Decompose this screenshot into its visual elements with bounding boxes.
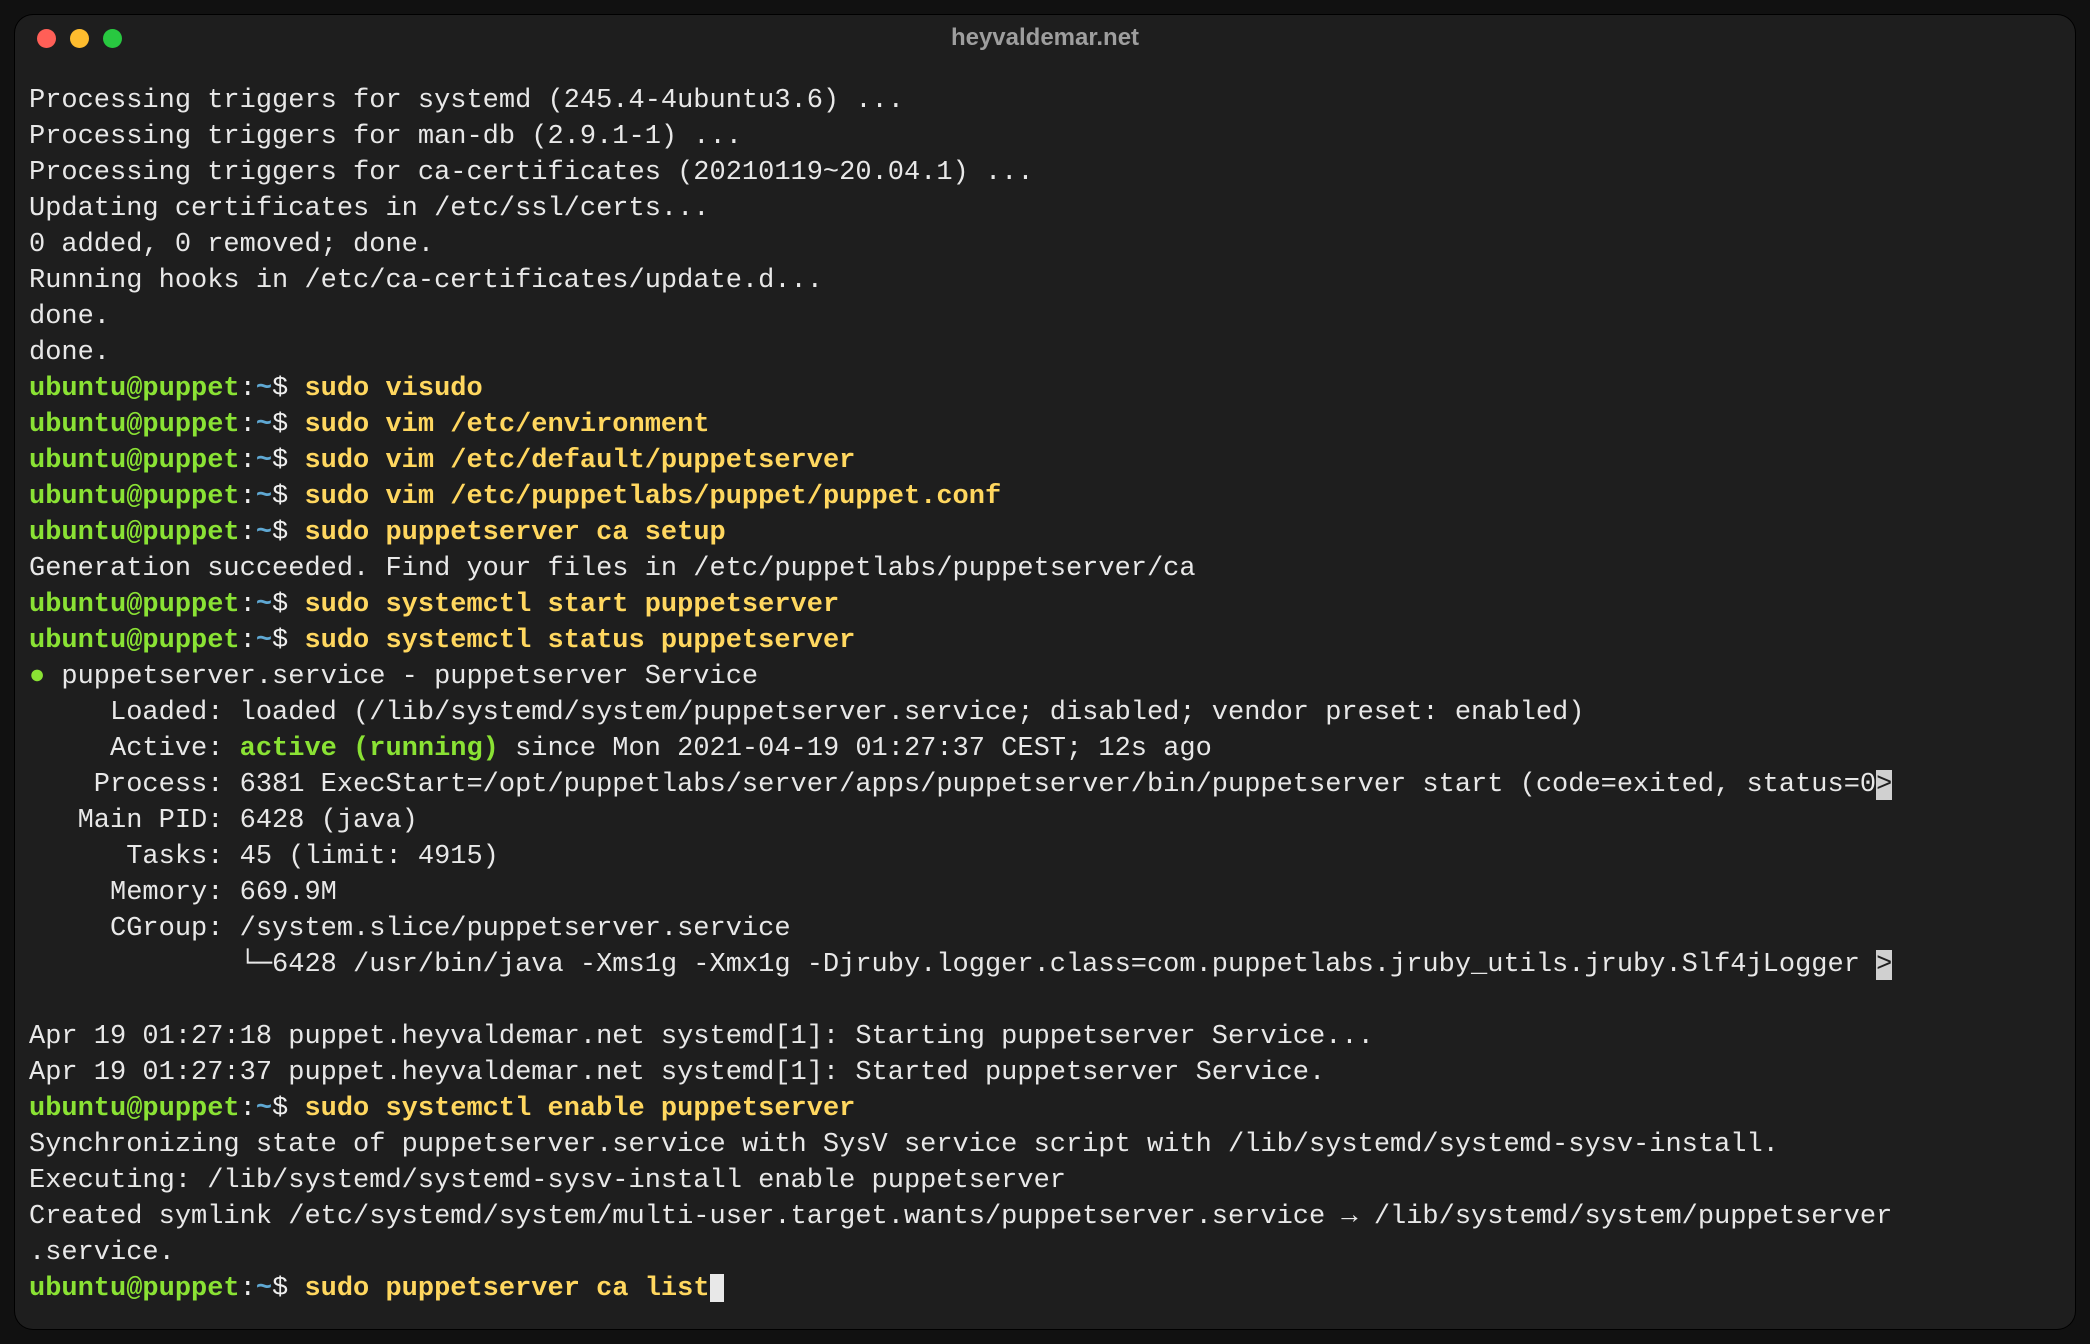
status-active: Active: active (running) since Mon 2021-… [29,731,2061,767]
output-line: Processing triggers for man-db (2.9.1-1)… [29,119,2061,155]
bullet-icon: ● [29,662,45,692]
prompt-line: ubuntu@puppet:~$ sudo vim /etc/puppetlab… [29,479,2061,515]
command: sudo systemctl start puppetserver [304,590,839,620]
command: sudo systemctl enable puppetserver [304,1094,855,1124]
prompt-line: ubuntu@puppet:~$ sudo systemctl start pu… [29,587,2061,623]
blank-line [29,983,2061,1019]
window-title: heyvaldemar.net [15,24,2075,52]
command: sudo puppetserver ca list [304,1274,709,1304]
output-line: Processing triggers for systemd (245.4-4… [29,83,2061,119]
prompt-line: ubuntu@puppet:~$ sudo puppetserver ca se… [29,515,2061,551]
command: sudo visudo [304,374,482,404]
output-line: Executing: /lib/systemd/systemd-sysv-ins… [29,1163,2061,1199]
status-process: Process: 6381 ExecStart=/opt/puppetlabs/… [29,767,2061,803]
command: sudo puppetserver ca setup [304,518,725,548]
output-line: .service. [29,1235,2061,1271]
status-tree: └─6428 /usr/bin/java -Xms1g -Xmx1g -Djru… [29,947,2061,983]
log-line: Apr 19 01:27:18 puppet.heyvaldemar.net s… [29,1019,2061,1055]
status-header: ● puppetserver.service - puppetserver Se… [29,659,2061,695]
output-line: Updating certificates in /etc/ssl/certs.… [29,191,2061,227]
prompt-line: ubuntu@puppet:~$ sudo puppetserver ca li… [29,1271,2061,1307]
prompt-line: ubuntu@puppet:~$ sudo systemctl enable p… [29,1091,2061,1127]
terminal-body[interactable]: Processing triggers for systemd (245.4-4… [15,61,2075,1321]
command: sudo vim /etc/environment [304,410,709,440]
truncate-icon: > [1876,770,1892,800]
output-line: Running hooks in /etc/ca-certificates/up… [29,263,2061,299]
cursor-icon [710,1274,724,1302]
active-running: active (running) [240,734,499,764]
status-cgroup: CGroup: /system.slice/puppetserver.servi… [29,911,2061,947]
output-line: Created symlink /etc/systemd/system/mult… [29,1199,2061,1235]
log-line: Apr 19 01:27:37 puppet.heyvaldemar.net s… [29,1055,2061,1091]
output-line: 0 added, 0 removed; done. [29,227,2061,263]
output-line: Generation succeeded. Find your files in… [29,551,2061,587]
prompt-line: ubuntu@puppet:~$ sudo vim /etc/default/p… [29,443,2061,479]
prompt-path: ~ [256,374,272,404]
status-loaded: Loaded: loaded (/lib/systemd/system/pupp… [29,695,2061,731]
prompt-userhost: ubuntu@puppet [29,374,240,404]
status-tasks: Tasks: 45 (limit: 4915) [29,839,2061,875]
command: sudo vim /etc/puppetlabs/puppet/puppet.c… [304,482,1001,512]
output-line: Synchronizing state of puppetserver.serv… [29,1127,2061,1163]
titlebar: heyvaldemar.net [15,15,2075,61]
command: sudo vim /etc/default/puppetserver [304,446,855,476]
command: sudo systemctl status puppetserver [304,626,855,656]
output-line: Processing triggers for ca-certificates … [29,155,2061,191]
prompt-line: ubuntu@puppet:~$ sudo systemctl status p… [29,623,2061,659]
truncate-icon: > [1876,950,1892,980]
prompt-line: ubuntu@puppet:~$ sudo vim /etc/environme… [29,407,2061,443]
status-pid: Main PID: 6428 (java) [29,803,2061,839]
prompt-line: ubuntu@puppet:~$ sudo visudo [29,371,2061,407]
output-line: done. [29,299,2061,335]
terminal-window: heyvaldemar.net Processing triggers for … [15,15,2075,1329]
output-line: done. [29,335,2061,371]
status-memory: Memory: 669.9M [29,875,2061,911]
